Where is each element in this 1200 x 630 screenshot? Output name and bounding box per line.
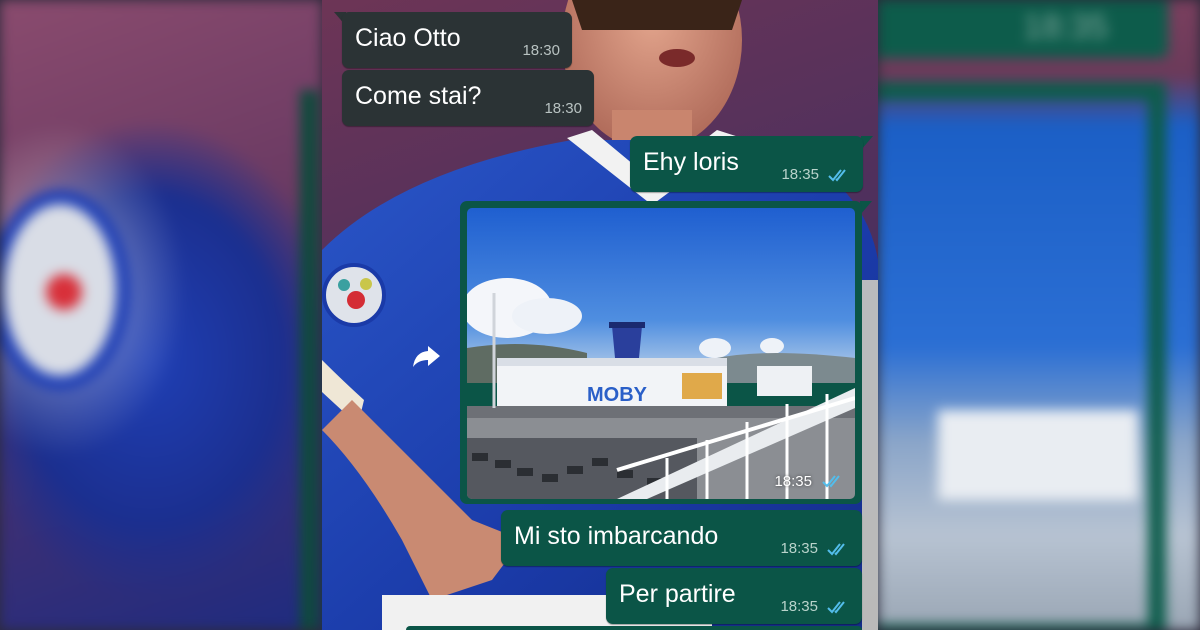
double-check-icon xyxy=(827,601,845,614)
tournament-badge-blurred xyxy=(0,190,130,390)
message-incoming[interactable]: Ciao Otto 18:30 xyxy=(342,12,572,68)
ferry-photo-image: MOBY xyxy=(467,208,855,499)
blurred-background-left xyxy=(0,0,322,630)
ferry-photo[interactable]: MOBY xyxy=(467,208,855,499)
message-outgoing[interactable]: Mi sto imbarcando 18:35 xyxy=(501,510,862,566)
message-outgoing-partial xyxy=(406,626,862,630)
double-check-icon xyxy=(828,169,846,182)
double-check-icon xyxy=(827,543,845,556)
message-time: 18:30 xyxy=(522,42,560,59)
double-check-icon xyxy=(822,475,840,488)
message-time: 18:35 xyxy=(780,540,818,557)
message-outgoing[interactable]: Ehy loris 18:35 xyxy=(630,136,863,192)
message-time: 18:35 xyxy=(780,598,818,615)
blurred-image-frame xyxy=(878,82,1166,630)
chat-frame-edge-blurred xyxy=(300,90,318,630)
blurred-background-right: 18:35 xyxy=(878,0,1200,630)
chat-screen: Ciao Otto 18:30 Come stai? 18:30 Ehy lor… xyxy=(322,0,878,630)
message-time: 18:30 xyxy=(544,100,582,117)
blurred-message-time: 18:35 xyxy=(1022,8,1108,46)
ferry-name-text: MOBY xyxy=(587,384,648,406)
blurred-ferry xyxy=(938,410,1138,500)
message-time: 18:35 xyxy=(781,166,819,183)
message-time: 18:35 xyxy=(774,473,812,490)
message-outgoing[interactable]: Per partire 18:35 xyxy=(606,568,862,624)
message-outgoing-image[interactable]: MOBY 18:35 xyxy=(460,201,862,504)
blurred-message-bubble: 18:35 xyxy=(878,0,1168,58)
message-text: Ehy loris xyxy=(643,148,739,176)
forward-arrow-icon[interactable] xyxy=(410,340,442,372)
message-incoming[interactable]: Come stai? 18:30 xyxy=(342,70,594,126)
